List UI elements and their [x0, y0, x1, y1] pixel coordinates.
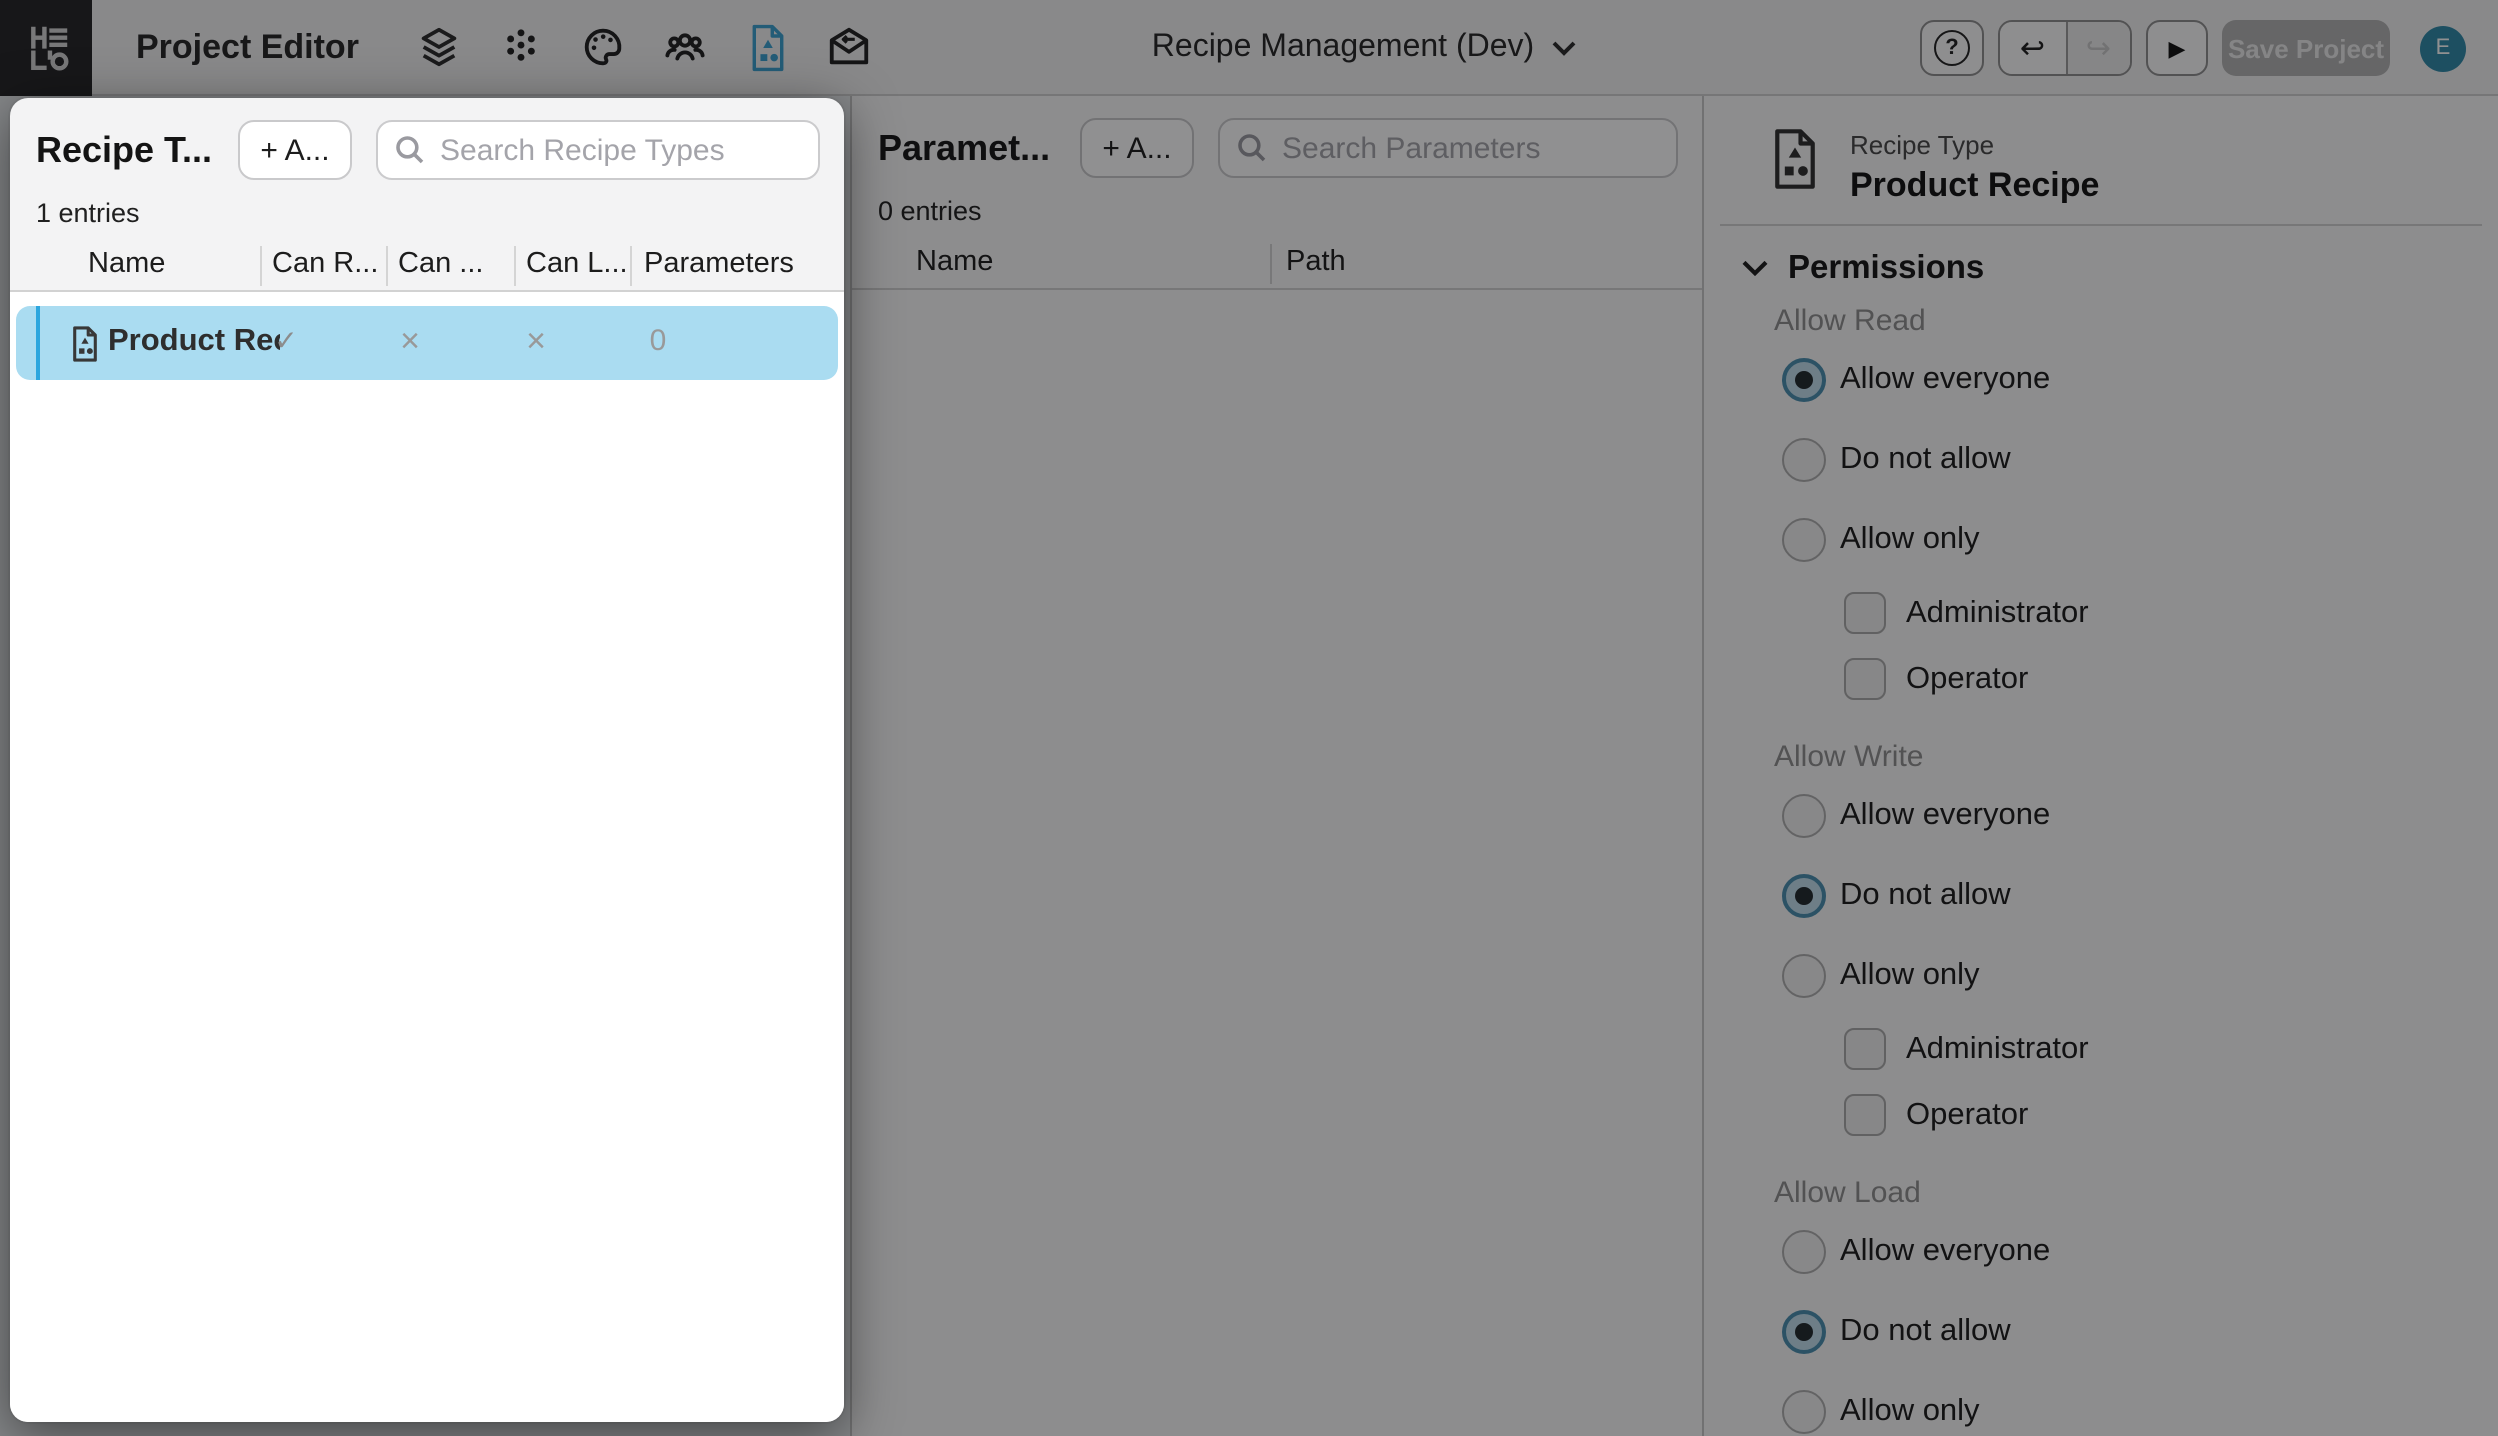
recipe-types-search [376, 120, 820, 180]
recipe-types-entries-count: 1 entries [36, 198, 140, 228]
can-read-check-icon: ✓ [274, 324, 298, 356]
column-header-can-write: Can ... [398, 248, 484, 280]
column-header-name: Name [88, 248, 166, 280]
recipe-types-panel-header: Recipe T... + A... [10, 98, 844, 180]
column-divider [260, 246, 262, 286]
column-header-parameters: Parameters [644, 248, 794, 280]
column-header-can-read: Can R... [272, 248, 379, 280]
search-icon [396, 136, 424, 164]
recipe-type-row-selected[interactable]: Product Recipe ✓ × × 0 [16, 306, 838, 380]
add-recipe-type-button[interactable]: + A... [238, 120, 352, 180]
column-divider [386, 246, 388, 286]
recipe-types-panel: Recipe T... + A... 1 entries Name Can R.… [10, 98, 844, 1422]
recipe-types-panel-title: Recipe T... [36, 129, 213, 169]
column-divider [514, 246, 516, 286]
recipe-types-table-header: Name Can R... Can ... Can L... Parameter… [10, 244, 844, 292]
recipe-types-head-block: Recipe T... + A... 1 entries Name Can R.… [10, 98, 844, 292]
project-editor-app: Project Editor Recipe Management (Dev) ?… [0, 0, 2498, 1436]
column-divider [630, 246, 632, 286]
recipe-types-search-input[interactable] [376, 120, 820, 180]
parameters-count-cell: 0 [649, 324, 667, 358]
can-load-cross-icon: × [526, 322, 546, 360]
recipe-document-icon [73, 326, 97, 362]
can-write-cross-icon: × [400, 322, 420, 360]
recipe-types-list: Product Recipe ✓ × × 0 [10, 292, 844, 1422]
recipe-type-name-cell: Product Recipe [108, 324, 280, 358]
column-header-can-load: Can L... [526, 248, 628, 280]
